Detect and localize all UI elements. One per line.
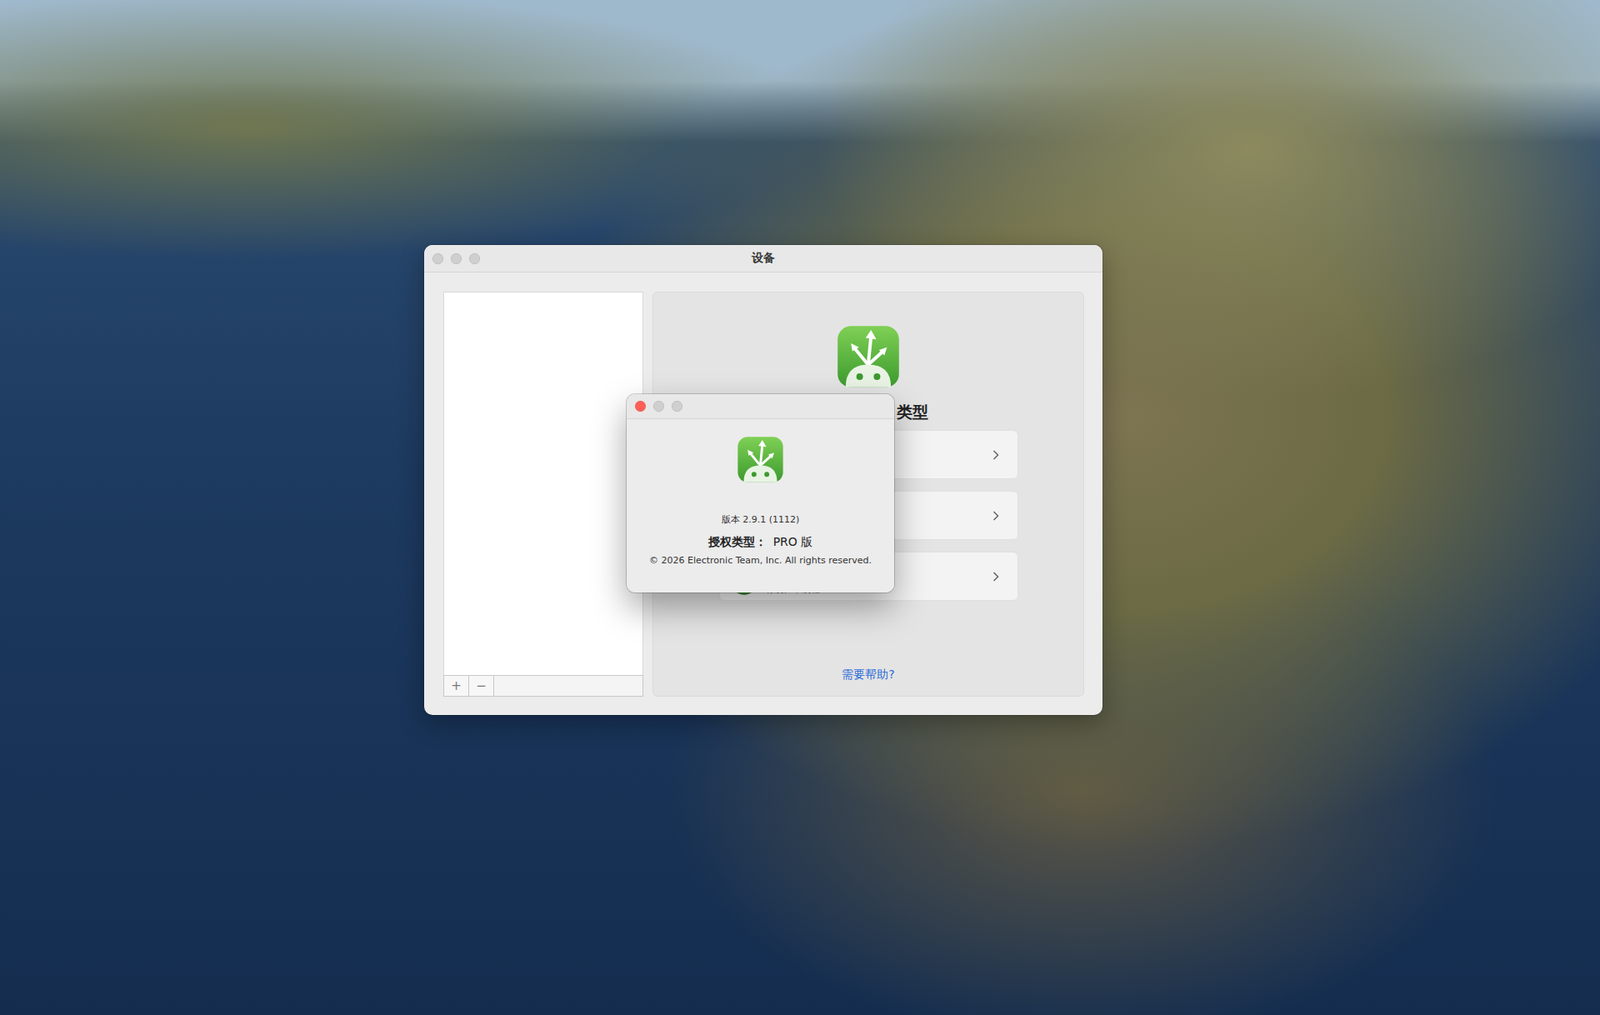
copyright-text: © 2026 Electronic Team, Inc. All rights …: [649, 555, 872, 567]
add-button[interactable]: +: [444, 675, 470, 696]
about-dialog: 版本 2.9.1 (1112) 授权类型： PRO 版 © 2026 Electron…: [626, 394, 895, 593]
sidebar: +−: [443, 291, 644, 697]
license-value: PRO 版: [773, 534, 814, 550]
zoom-button[interactable]: [671, 400, 683, 412]
close-button[interactable]: [635, 400, 646, 412]
app-logo-icon: [835, 323, 902, 390]
traffic-lights: [432, 245, 480, 272]
sidebar-toolbar: +−: [443, 675, 644, 697]
device-list[interactable]: [443, 291, 644, 675]
title-bar: 设备: [424, 245, 1103, 273]
window-title: 设备: [751, 250, 775, 266]
chevron-right-icon: [992, 510, 1000, 521]
dialog-title-bar: [626, 394, 895, 420]
minimize-button[interactable]: [450, 253, 462, 265]
version-text: 版本 2.9.1 (1112): [721, 514, 800, 526]
chevron-right-icon: [992, 449, 1000, 460]
remove-button[interactable]: −: [469, 675, 495, 696]
chevron-right-icon: [992, 570, 1000, 582]
minimize-button[interactable]: [653, 400, 665, 412]
traffic-lights: [635, 394, 683, 419]
chooser-heading: 类型: [896, 401, 929, 424]
close-button[interactable]: [432, 253, 444, 265]
desktop: 设备+−类型MTP有线、单线程需要帮助?版本 2.9.1 (1112)授权类型：…: [0, 0, 1600, 1015]
about-logo-icon: [735, 435, 785, 485]
zoom-button[interactable]: [469, 253, 480, 265]
license-label: 授权类型：: [708, 534, 767, 550]
help-link[interactable]: 需要帮助?: [841, 667, 895, 683]
about-body: 版本 2.9.1 (1112) 授权类型： PRO 版 © 2026 Electron…: [626, 419, 895, 593]
license-line: 授权类型： PRO 版: [708, 534, 814, 550]
